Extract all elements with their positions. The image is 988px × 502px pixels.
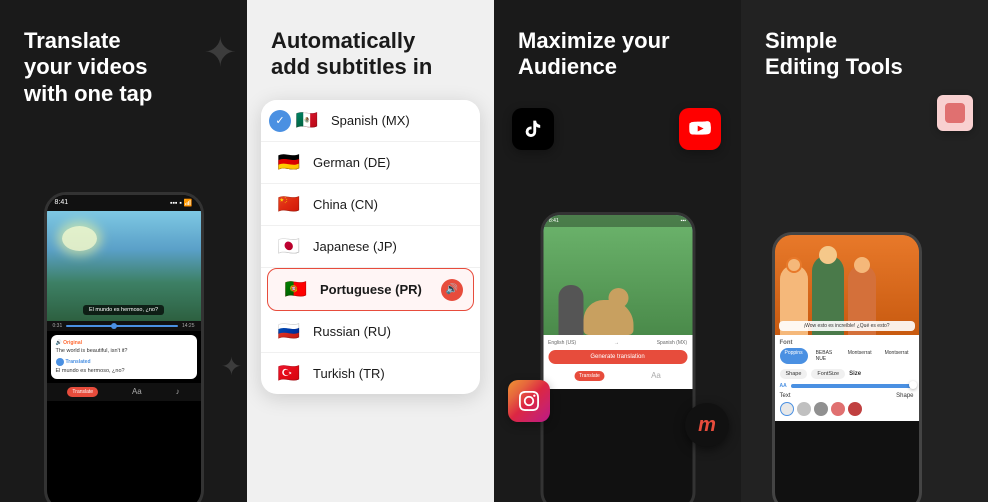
swatch-white[interactable]	[780, 402, 794, 416]
p3-translate-btn[interactable]: Generate translation	[548, 350, 687, 364]
font-options: Poppins BEBAS NUE Montserrat Montserrat	[780, 348, 914, 364]
phone-status-bar: 8:41 ▪▪▪ ▪ 📶	[47, 195, 201, 211]
lang-flag-portuguese: 🇵🇹	[282, 279, 310, 300]
lang-name-german: German (DE)	[313, 155, 390, 170]
sun	[62, 226, 97, 251]
lang-flag-spanish: 🇲🇽	[293, 110, 321, 131]
translated-label: Translated	[56, 358, 192, 366]
panel-3-title: Maximize your Audience	[518, 28, 721, 81]
lang-item-german[interactable]: 🇩🇪 German (DE)	[261, 142, 480, 184]
lang-flag-china: 🇨🇳	[275, 194, 303, 215]
sparkle-icon-2: ✦	[221, 352, 242, 382]
panel-subtitles: Automatically add subtitles in ✓ 🇲🇽 Span…	[247, 0, 494, 502]
language-list: ✓ 🇲🇽 Spanish (MX) 🇩🇪 German (DE) 🇨🇳 Chin…	[261, 100, 480, 394]
p3-bottom-bar: Translate Aa	[548, 368, 687, 384]
music-icon: ♪	[176, 387, 180, 397]
lang-flag-russian: 🇷🇺	[275, 321, 303, 342]
font-montserrat[interactable]: Montserrat	[843, 348, 877, 364]
lang-item-china[interactable]: 🇨🇳 China (CN)	[261, 184, 480, 226]
lang-name-russian: Russian (RU)	[313, 324, 391, 339]
panel-4-title: Simple Editing Tools	[765, 28, 968, 81]
text-label-row: Text Shape	[780, 393, 914, 399]
lang-item-spanish[interactable]: ✓ 🇲🇽 Spanish (MX)	[261, 100, 480, 142]
panel-1-title: Translate your videos with one tap	[24, 28, 227, 107]
dog-photo-area: 8:41▪▪▪	[543, 215, 692, 335]
text-section-label: Text	[780, 393, 791, 399]
size-slider[interactable]	[791, 384, 914, 388]
phone-bottom-bar: Translate Aa ♪	[47, 383, 201, 401]
p3-status: 8:41▪▪▪	[543, 215, 692, 227]
app-icon-small	[937, 95, 973, 131]
lang-item-japanese[interactable]: 🇯🇵 Japanese (JP)	[261, 226, 480, 268]
p3-font-icon: Aa	[651, 371, 661, 381]
swatch-gray2[interactable]	[814, 402, 828, 416]
tiktok-icon	[512, 108, 554, 150]
fontsize-chip[interactable]: FontSize	[811, 369, 845, 379]
font-section-label: Font	[780, 340, 914, 346]
lang-name-spanish: Spanish (MX)	[331, 113, 410, 128]
lang-name-turkish: Turkish (TR)	[313, 366, 385, 381]
original-label: 🔊 Original	[56, 340, 192, 346]
p3-lang-bar: English (US) → Spanish (MX)	[548, 340, 687, 346]
lang-item-portuguese[interactable]: 🇵🇹 Portuguese (PR) 🔊	[267, 268, 474, 311]
translated-text: El mundo es hermoso, ¿no?	[56, 368, 192, 374]
phone-mockup-4: ¡Wow esto es increíble! ¿Qué es esto? Fo…	[772, 232, 922, 502]
p3-translate-label[interactable]: Translate	[574, 371, 605, 381]
phone-mockup-1: 8:41 ▪▪▪ ▪ 📶 El mundo es hermoso, ¿no? 0…	[44, 192, 204, 502]
font-poppins[interactable]: Poppins	[780, 348, 808, 364]
lang-flag-japanese: 🇯🇵	[275, 236, 303, 257]
lang-name-portuguese: Portuguese (PR)	[320, 282, 422, 297]
shape-chip[interactable]: Shape	[780, 369, 808, 379]
person-silhouette	[558, 285, 583, 335]
shapes-row: Shape FontSize Size	[780, 369, 914, 379]
editing-panel-inner: Font Poppins BEBAS NUE Montserrat Montse…	[775, 335, 919, 421]
size-section-label: Size	[849, 371, 913, 377]
instagram-icon	[508, 380, 550, 422]
panel-translate: ✦ ✦ Translate your videos with one tap 8…	[0, 0, 247, 502]
size-aa-label: AA	[780, 383, 787, 389]
original-text: The world is beautiful, isn't it?	[56, 348, 192, 354]
app-logo-icon: m	[685, 403, 729, 447]
font-montserrat-2[interactable]: Montserrat	[880, 348, 914, 364]
lang-name-china: China (CN)	[313, 197, 378, 212]
friends-photo: ¡Wow esto es increíble! ¿Qué es esto?	[775, 235, 919, 335]
font-bebas[interactable]: BEBAS NUE	[811, 348, 840, 364]
video-timeline: 0:31 14:25	[47, 321, 201, 331]
swatch-pink[interactable]	[831, 402, 845, 416]
panel-2-title: Automatically add subtitles in	[271, 28, 474, 81]
transcript-box: 🔊 Original The world is beautiful, isn't…	[51, 335, 197, 379]
lang-flag-turkish: 🇹🇷	[275, 363, 303, 384]
lang-item-turkish[interactable]: 🇹🇷 Turkish (TR)	[261, 353, 480, 394]
size-row: AA	[780, 383, 914, 389]
swatch-red[interactable]	[848, 402, 862, 416]
video-subtitle: El mundo es hermoso, ¿no?	[83, 305, 164, 315]
shape-section-label: Shape	[896, 393, 913, 399]
panel-editing: Simple Editing Tools	[741, 0, 988, 502]
video-area: El mundo es hermoso, ¿no?	[47, 211, 201, 321]
swatch-gray1[interactable]	[797, 402, 811, 416]
lang-name-japanese: Japanese (JP)	[313, 239, 397, 254]
photo-subtitle: ¡Wow esto es increíble! ¿Qué es esto?	[779, 321, 915, 331]
lang-flag-german: 🇩🇪	[275, 152, 303, 173]
lang-item-russian[interactable]: 🇷🇺 Russian (RU)	[261, 311, 480, 353]
check-icon: ✓	[269, 110, 291, 132]
translate-btn[interactable]: Translate	[67, 387, 98, 397]
sound-icon: 🔊	[441, 279, 463, 301]
panel-audience: Maximize your Audience m	[494, 0, 741, 502]
phone-mockup-3: 8:41▪▪▪ English (US) → Spanish (MX) Gene…	[540, 212, 695, 502]
p3-controls: English (US) → Spanish (MX) Generate tra…	[543, 335, 692, 389]
color-swatches	[780, 402, 914, 416]
font-icon: Aa	[132, 387, 142, 397]
youtube-icon	[679, 108, 721, 150]
